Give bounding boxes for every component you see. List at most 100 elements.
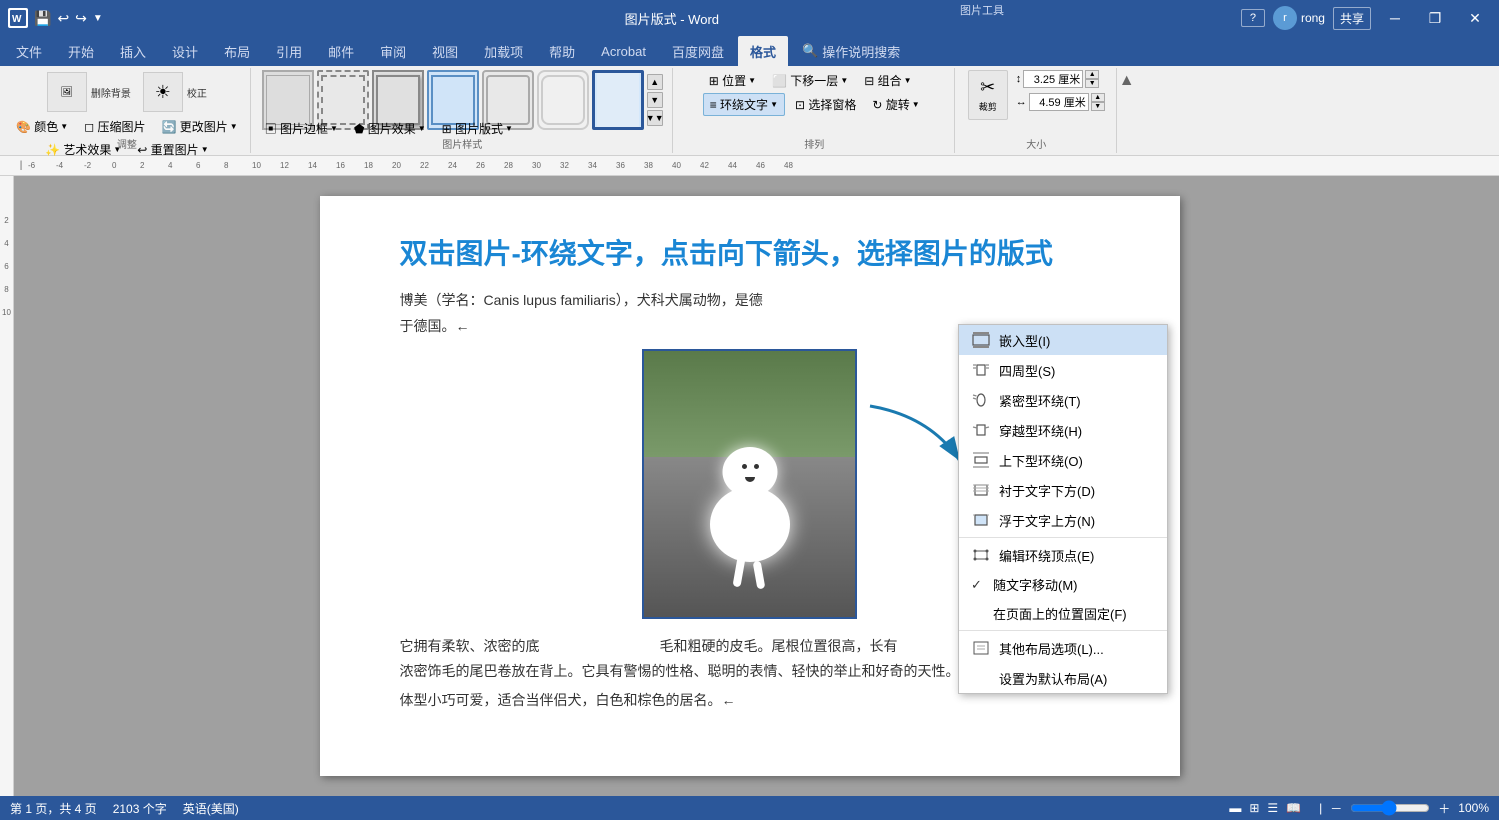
view-outline-icon[interactable]: ☰: [1267, 801, 1278, 815]
height-input[interactable]: [1023, 70, 1083, 88]
style-scroll-down[interactable]: ▼: [647, 92, 663, 108]
wrap-tight-item[interactable]: 紧密型环绕(T): [959, 385, 1167, 415]
crop-icon: ✂: [980, 77, 995, 98]
pic-style-7[interactable]: [592, 70, 644, 130]
tab-mailings[interactable]: 邮件: [316, 36, 366, 66]
width-input[interactable]: [1029, 93, 1089, 111]
height-spinner: ▲ ▼: [1085, 70, 1099, 88]
username: rong: [1301, 11, 1325, 25]
style-scroll-up[interactable]: ▲: [647, 74, 663, 90]
wrap-through-label: 穿越型环绕(H): [999, 421, 1155, 440]
ruler-mark: 10: [252, 161, 280, 170]
wrap-inline-icon: [971, 330, 991, 350]
view-normal-icon[interactable]: ▬: [1229, 801, 1241, 815]
ribbon-collapse[interactable]: ▲: [1119, 68, 1135, 153]
height-down[interactable]: ▼: [1085, 79, 1099, 88]
move-back-button[interactable]: ⬜ 下移一层 ▼: [766, 70, 854, 91]
wrap-topbottom-icon: [971, 450, 991, 470]
remove-background-button[interactable]: 🖼 删除背景: [43, 70, 135, 114]
qa-button[interactable]: ?: [1241, 9, 1265, 27]
ribbon-tabs: 文件 开始 插入 设计 布局 引用 邮件 审阅 视图 加载项 帮助 Acroba…: [0, 36, 1499, 66]
rotate-button[interactable]: ↻ 旋转 ▼: [866, 93, 925, 116]
wrap-behind-item[interactable]: 衬于文字下方(D): [959, 475, 1167, 505]
wrap-text-button[interactable]: ≡ 环绕文字 ▼: [703, 93, 785, 116]
wrap-infront-item[interactable]: 浮于文字上方(N): [959, 505, 1167, 535]
ruler-mark: 40: [672, 161, 700, 170]
compress-button[interactable]: ◻ 压缩图片: [78, 116, 151, 137]
view-reading-icon[interactable]: 📖: [1286, 801, 1301, 815]
maximize-button[interactable]: ❐: [1419, 5, 1451, 31]
remove-bg-label: 删除背景: [91, 85, 131, 100]
divider-1: [959, 537, 1167, 538]
wrap-square-item[interactable]: 四周型(S): [959, 355, 1167, 385]
ruler-mark: 26: [476, 161, 504, 170]
style-scroll-buttons: ▲ ▼ ▼▼: [647, 74, 663, 126]
tab-review[interactable]: 审阅: [368, 36, 418, 66]
height-label: ↕: [1016, 73, 1022, 85]
tab-design[interactable]: 设计: [160, 36, 210, 66]
title-bar-left: W 💾 ↩ ↪ ▼: [8, 8, 103, 28]
tab-help[interactable]: 帮助: [537, 36, 587, 66]
crop-button[interactable]: ✂ 裁剪: [968, 70, 1008, 120]
wrap-setdefault-item[interactable]: 设置为默认布局(A): [959, 663, 1167, 693]
view-web-icon[interactable]: ⊞: [1249, 801, 1259, 815]
share-button[interactable]: 共享: [1333, 7, 1371, 30]
tab-view[interactable]: 视图: [420, 36, 470, 66]
tab-format[interactable]: 格式: [738, 36, 788, 66]
wrap-editpoints-icon: [971, 545, 991, 565]
zoom-in-button[interactable]: ＋: [1438, 800, 1450, 817]
para2-text3: 浓密饰毛的尾巴卷放在背上。它具有警惕的性格、聪明的表情、轻快的举止和好奇的天性。: [400, 663, 960, 679]
height-up[interactable]: ▲: [1085, 70, 1099, 79]
ribbon-content: 🖼 删除背景 ☀ 校正 🎨 颜色 ▼ ◻ 压缩图片 🔄 更改图片 ▼: [0, 66, 1499, 156]
crop-label: 裁剪: [979, 100, 997, 113]
tools-label: 图片工具: [950, 0, 1014, 20]
wrap-movewithtext-item[interactable]: ✓ 随文字移动(M): [959, 570, 1167, 599]
tab-insert[interactable]: 插入: [108, 36, 158, 66]
redo-icon[interactable]: ↪: [75, 10, 87, 27]
pic-style-6[interactable]: [537, 70, 589, 130]
ruler-mark: 20: [392, 161, 420, 170]
tab-search[interactable]: 🔍 操作说明搜索: [790, 36, 912, 66]
position-button[interactable]: ⊞ 位置 ▼: [703, 70, 762, 91]
tab-acrobat[interactable]: Acrobat: [589, 36, 658, 66]
para3-text: 体型小巧可爱，适合当伴侣犬，白色和棕色的居名。←: [400, 692, 736, 708]
combine-button[interactable]: ⊟ 组合 ▼: [858, 70, 917, 91]
quick-save-icon[interactable]: 💾: [34, 10, 51, 27]
style-expand[interactable]: ▼▼: [647, 110, 663, 126]
tab-references[interactable]: 引用: [264, 36, 314, 66]
change-pic-button[interactable]: 🔄 更改图片 ▼: [156, 116, 244, 137]
tab-addins[interactable]: 加载项: [472, 36, 535, 66]
undo-icon[interactable]: ↩: [57, 10, 69, 27]
wrap-inline-item[interactable]: 嵌入型(I): [959, 325, 1167, 355]
wrap-fixposition-item[interactable]: ✓ 在页面上的位置固定(F): [959, 599, 1167, 628]
tab-layout[interactable]: 布局: [212, 36, 262, 66]
wrap-through-icon: [971, 420, 991, 440]
wrap-default-label: 设置为默认布局(A): [999, 669, 1155, 688]
para1-text2: 于德国。←: [400, 318, 470, 334]
zoom-slider[interactable]: [1350, 800, 1430, 816]
ruler-mark: 16: [336, 161, 364, 170]
close-button[interactable]: ✕: [1459, 5, 1491, 31]
arrange-group: ⊞ 位置 ▼ ⬜ 下移一层 ▼ ⊟ 组合 ▼ ≡ 环绕文字 ▼ ⊡ 选择窗格 ↻…: [675, 68, 955, 153]
color-button[interactable]: 🎨 颜色 ▼: [10, 116, 74, 137]
customize-icon[interactable]: ▼: [93, 13, 103, 24]
wrap-through-item[interactable]: 穿越型环绕(H): [959, 415, 1167, 445]
ruler-mark: 24: [448, 161, 476, 170]
tab-file[interactable]: 文件: [4, 36, 54, 66]
tab-home[interactable]: 开始: [56, 36, 106, 66]
minimize-button[interactable]: ─: [1379, 5, 1411, 31]
selection-pane-button[interactable]: ⊡ 选择窗格: [789, 93, 862, 116]
title-text: 图片版式 - Word: [625, 12, 719, 27]
tab-baidu[interactable]: 百度网盘: [660, 36, 736, 66]
wrap-editpoints-item[interactable]: 编辑环绕顶点(E): [959, 540, 1167, 570]
document-heading: 双击图片-环绕文字，点击向下箭头，选择图片的版式: [400, 236, 1100, 272]
wrap-moreoptions-item[interactable]: 其他布局选项(L)...: [959, 633, 1167, 663]
zoom-out-button[interactable]: －: [1330, 800, 1342, 817]
wrap-topbottom-item[interactable]: 上下型环绕(O): [959, 445, 1167, 475]
zoom-level: 100%: [1458, 801, 1489, 815]
wrap-infront-label: 浮于文字上方(N): [999, 511, 1155, 530]
correct-button[interactable]: ☀ 校正: [139, 70, 211, 114]
width-down[interactable]: ▼: [1091, 102, 1105, 111]
width-up[interactable]: ▲: [1091, 93, 1105, 102]
doc-image[interactable]: [642, 349, 857, 619]
